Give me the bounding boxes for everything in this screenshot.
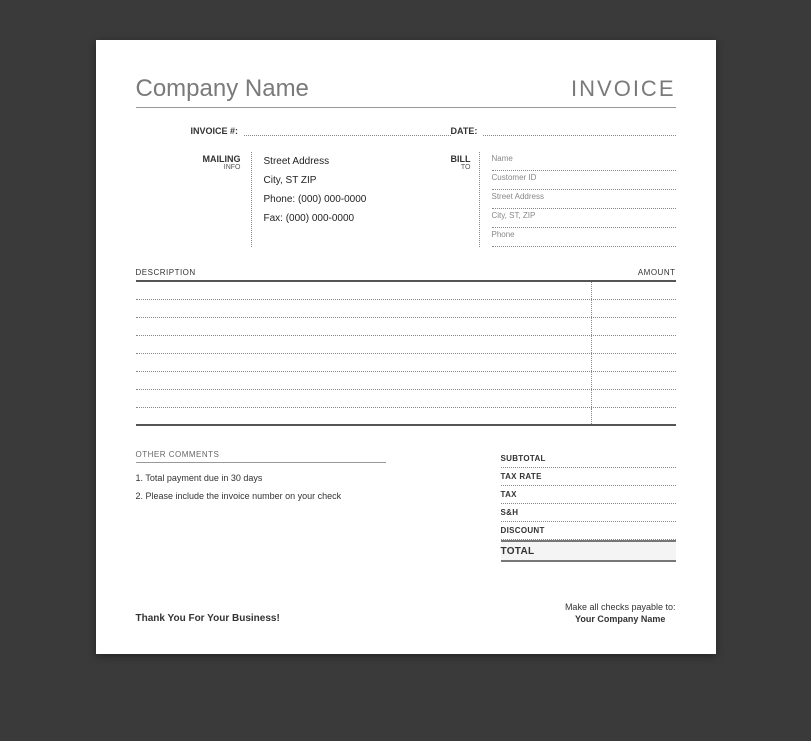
comments-section: OTHER COMMENTS 1. Total payment due in 3… <box>136 450 501 562</box>
tax-row: TAX <box>501 486 676 504</box>
mailing-street: Street Address <box>264 152 439 171</box>
mailing-city: City, ST ZIP <box>264 171 439 190</box>
billto-fields: Name Customer ID Street Address City, ST… <box>492 152 676 247</box>
items-body <box>136 282 676 426</box>
sh-label: S&H <box>501 508 571 517</box>
billto-label-line2: TO <box>439 164 471 171</box>
invoice-page: Company Name INVOICE INVOICE #: DATE: MA… <box>96 40 716 654</box>
discount-label: DISCOUNT <box>501 526 571 535</box>
mailing-label: MAILING INFO <box>136 152 251 247</box>
billto-street-input[interactable]: Street Address <box>492 190 676 209</box>
footer: Thank You For Your Business! Make all ch… <box>136 602 676 624</box>
mailing-phone: Phone: (000) 000-0000 <box>264 190 439 209</box>
mailing-label-line1: MAILING <box>136 154 241 164</box>
mailing-label-line2: INFO <box>136 164 241 171</box>
subtotal-row: SUBTOTAL <box>501 450 676 468</box>
item-row[interactable] <box>136 354 676 372</box>
billto-city-input[interactable]: City, ST, ZIP <box>492 209 676 228</box>
mailing-fax: Fax: (000) 000-0000 <box>264 209 439 228</box>
item-row[interactable] <box>136 372 676 390</box>
description-header: DESCRIPTION <box>136 268 591 277</box>
payable-text: Make all checks payable to: <box>565 602 676 612</box>
comments-header: OTHER COMMENTS <box>136 450 386 463</box>
item-row[interactable] <box>136 300 676 318</box>
billto-label: BILL TO <box>439 152 479 247</box>
date-input[interactable] <box>483 126 675 136</box>
payable-name: Your Company Name <box>565 614 676 624</box>
mailing-separator <box>251 152 252 247</box>
taxrate-row: TAX RATE <box>501 468 676 486</box>
meta-row: INVOICE #: DATE: <box>191 126 676 136</box>
tax-label: TAX <box>501 490 571 499</box>
billto-separator <box>479 152 480 247</box>
subtotal-label: SUBTOTAL <box>501 454 571 463</box>
mailing-info: Street Address City, ST ZIP Phone: (000)… <box>264 152 439 247</box>
totals-section: SUBTOTAL TAX RATE TAX S&H DISCOUNT TOTAL <box>501 450 676 562</box>
discount-row: DISCOUNT <box>501 522 676 540</box>
billto-label-line1: BILL <box>439 154 471 164</box>
comment-line: 2. Please include the invoice number on … <box>136 491 471 501</box>
amount-header: AMOUNT <box>591 268 676 277</box>
item-row[interactable] <box>136 318 676 336</box>
header: Company Name INVOICE <box>136 75 676 108</box>
company-name: Company Name <box>136 75 309 103</box>
item-row[interactable] <box>136 336 676 354</box>
billto-phone-input[interactable]: Phone <box>492 228 676 247</box>
billto-name-input[interactable]: Name <box>492 152 676 171</box>
items-header: DESCRIPTION AMOUNT <box>136 265 676 282</box>
invoice-number-input[interactable] <box>244 126 450 136</box>
billto-customer-input[interactable]: Customer ID <box>492 171 676 190</box>
thank-you-text: Thank You For Your Business! <box>136 613 280 624</box>
date-field: DATE: <box>451 126 676 136</box>
item-row[interactable] <box>136 408 676 426</box>
item-row[interactable] <box>136 282 676 300</box>
total-label: TOTAL <box>501 546 571 557</box>
address-block: MAILING INFO Street Address City, ST ZIP… <box>136 152 676 247</box>
invoice-number-field: INVOICE #: <box>191 126 451 136</box>
payable-block: Make all checks payable to: Your Company… <box>565 602 676 624</box>
item-row[interactable] <box>136 390 676 408</box>
invoice-number-label: INVOICE #: <box>191 126 239 136</box>
document-title: INVOICE <box>571 76 675 102</box>
comment-line: 1. Total payment due in 30 days <box>136 473 471 483</box>
sh-row: S&H <box>501 504 676 522</box>
bottom-row: OTHER COMMENTS 1. Total payment due in 3… <box>136 450 676 562</box>
total-row: TOTAL <box>501 540 676 562</box>
date-label: DATE: <box>451 126 478 136</box>
taxrate-label: TAX RATE <box>501 472 571 481</box>
